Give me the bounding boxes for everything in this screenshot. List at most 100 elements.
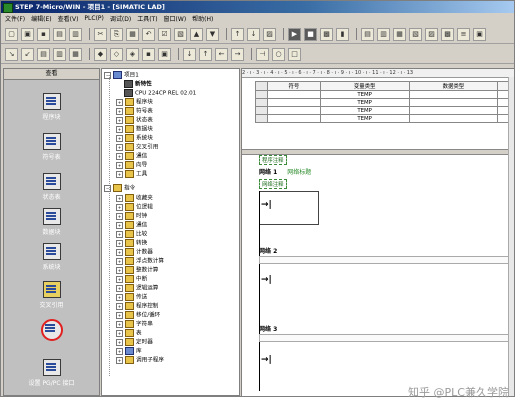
box-icon[interactable]: □ [288,47,301,61]
expand-icon[interactable]: + [116,248,123,256]
tree-instruction-item[interactable]: + 浮点数计算 [116,257,164,266]
menu-file[interactable]: 文件(F) [5,14,25,23]
expand-icon[interactable]: + [116,170,123,178]
download-icon[interactable]: ▼ [206,27,219,41]
menu-edit[interactable]: 编辑(E) [31,14,51,23]
new-icon[interactable]: ▢ [5,27,18,41]
tree-data-block[interactable]: + 数据块 [116,125,153,134]
tree-instruction-item[interactable]: + 计数器 [116,248,153,257]
var-type-cell[interactable]: TEMP [319,90,410,99]
network-3-comment[interactable] [259,334,509,342]
line-up-icon[interactable]: ↑ [199,47,212,61]
nav-system-block[interactable]: 系统块 [4,243,99,271]
expand-icon[interactable]: + [116,221,123,229]
network-1-title[interactable]: 网络 1 网络标题 [259,167,311,176]
stop-icon[interactable]: ■ [304,27,317,41]
expand-icon[interactable]: + [116,275,123,283]
network-3-title[interactable]: 网络 3 [259,324,277,333]
expand-icon[interactable]: + [116,338,123,346]
expand-icon[interactable]: + [116,284,123,292]
expand-icon[interactable]: + [116,161,123,169]
tree-instruction-item[interactable]: + 中断 [116,275,147,284]
tree-instruction-item[interactable]: + 库 [116,347,142,356]
tree-symbol-table[interactable]: + 符号表 [116,107,153,116]
nav-program-block[interactable]: 程序块 [4,93,99,121]
tree-tools[interactable]: + 工具 [116,170,147,179]
data-type-cell[interactable] [408,90,499,99]
line-down-icon[interactable]: ↓ [183,47,196,61]
expand-icon[interactable]: + [116,329,123,337]
tree-instruction-item[interactable]: + 定时器 [116,338,153,347]
next-bookmark-icon[interactable]: ◇ [110,47,123,61]
tree-instruction-item[interactable]: + 比较 [116,230,147,239]
trend-view-icon[interactable]: ≡ [457,27,470,41]
coil-icon[interactable]: ○ [272,47,285,61]
options-icon[interactable]: ▨ [263,27,276,41]
menu-tools[interactable]: 工具(T) [137,14,157,23]
symbol-cell[interactable] [267,98,321,107]
line-right-icon[interactable]: → [231,47,244,61]
expand-icon[interactable]: + [116,311,123,319]
global-symbols-icon[interactable]: ▣ [158,47,171,61]
expand-icon[interactable]: + [116,98,123,106]
single-read-icon[interactable]: ▥ [377,27,390,41]
pause-status-icon[interactable]: ▮ [336,27,349,41]
tree-status-table[interactable]: + 状态表 [116,116,153,125]
network-comment[interactable]: 网络注释 [259,179,287,189]
copy-icon[interactable]: ⎘ [110,27,123,41]
expand-icon[interactable]: + [116,116,123,124]
status-table-monitor-icon[interactable]: ▤ [361,27,374,41]
table-row[interactable]: TEMP [255,90,514,99]
network-2-comment[interactable] [259,256,509,264]
nav-set-pg-pc-interface[interactable]: 设置 PG/PC 接口 [4,359,99,387]
tree-instructions[interactable]: − 指令 [104,184,135,193]
expand-icon[interactable]: + [116,239,123,247]
compile-icon[interactable]: ☑ [158,27,171,41]
nav-communication[interactable] [4,319,99,341]
menu-window[interactable]: 窗口(W) [164,14,187,23]
sort-descending-icon[interactable]: ↓ [247,27,260,41]
tree-wizards[interactable]: + 向导 [116,161,147,170]
tree-instruction-item[interactable]: + 时钟 [116,212,147,221]
delete-network-icon[interactable]: ↙ [21,47,34,61]
collapse-icon[interactable]: − [104,184,111,192]
menu-view[interactable]: 查看(V) [58,14,79,23]
collapse-icon[interactable]: − [104,71,111,79]
table-row[interactable]: TEMP [255,114,514,123]
data-type-cell[interactable] [408,98,499,107]
tree-instruction-item[interactable]: + 位逻辑 [116,203,153,212]
insert-network-icon[interactable]: ↘ [5,47,18,61]
save-icon[interactable]: ▪ [37,27,50,41]
unforce-icon[interactable]: ▨ [425,27,438,41]
upload-icon[interactable]: ▲ [190,27,203,41]
symbolic-addressing-icon[interactable]: ▥ [53,47,66,61]
tree-instruction-item[interactable]: + 移位/循环 [116,311,160,320]
tree-instruction-item[interactable]: + 程序控制 [116,302,158,311]
var-type-cell[interactable]: TEMP [319,98,410,107]
expand-icon[interactable]: + [116,194,123,202]
run-icon[interactable]: ▶ [288,27,301,41]
expand-icon[interactable]: + [116,212,123,220]
symbol-cell[interactable] [267,106,321,115]
menu-debug[interactable]: 调试(D) [110,14,131,23]
print-icon[interactable]: ▤ [53,27,66,41]
expand-icon[interactable]: + [116,134,123,142]
prev-bookmark-icon[interactable]: ◈ [126,47,139,61]
expand-icon[interactable]: + [116,107,123,115]
tree-instruction-item[interactable]: + 转换 [116,239,147,248]
network-2-title[interactable]: 网络 2 [259,246,277,255]
bookmark-icon[interactable]: ◆ [94,47,107,61]
expand-icon[interactable]: + [116,302,123,310]
toggle-poe-icon[interactable]: ▤ [37,47,50,61]
tree-instruction-item[interactable]: + 整数计算 [116,266,158,275]
undo-icon[interactable]: ↶ [142,27,155,41]
program-comment[interactable]: 程序注释 [259,155,287,165]
print-preview-icon[interactable]: ▥ [69,27,82,41]
expand-icon[interactable]: + [116,125,123,133]
tree-instruction-item[interactable]: + 收藏夹 [116,194,153,203]
data-type-cell[interactable] [408,106,499,115]
expand-icon[interactable]: + [116,230,123,238]
vertical-scrollbar[interactable] [508,77,514,396]
nav-data-block[interactable]: 数据块 [4,208,99,236]
remove-bookmarks-icon[interactable]: ▪ [142,47,155,61]
